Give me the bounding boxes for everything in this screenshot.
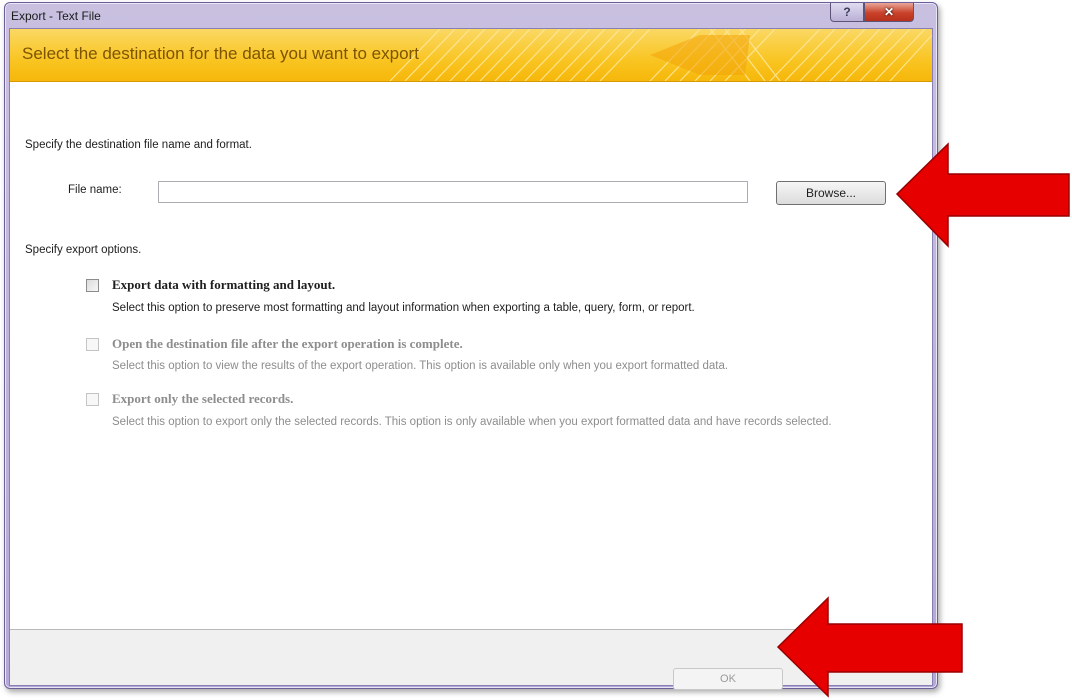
ok-button-label: OK [720,673,736,685]
close-button[interactable]: ✕ [864,3,914,22]
red-arrow-icon [776,596,963,698]
red-arrow-icon [895,142,1070,248]
open-destination-file-checkbox[interactable] [86,338,99,351]
title-bar: Export - Text File ? ✕ [5,3,937,29]
export-selected-records-description: Select this option to export only the se… [112,416,832,428]
open-destination-file-description: Select this option to view the results o… [112,360,729,372]
help-icon: ? [843,5,851,19]
destination-heading: Specify the destination file name and fo… [25,139,252,151]
ok-button[interactable]: OK [673,668,783,690]
open-destination-file-title: Open the destination file after the expo… [112,336,463,351]
export-selected-records-title: Export only the selected records. [112,391,294,406]
browse-button[interactable]: Browse... [776,181,886,205]
export-text-file-dialog: Export - Text File ? ✕ Select the destin… [4,2,938,690]
banner-title: Select the destination for the data you … [22,44,419,63]
window-title: Export - Text File [11,9,101,23]
export-with-formatting-description: Select this option to preserve most form… [112,302,695,314]
header-banner: Select the destination for the data you … [10,29,932,82]
file-name-input[interactable] [158,181,748,203]
close-icon: ✕ [883,5,895,19]
export-selected-records-checkbox[interactable] [86,393,99,406]
file-name-label: File name: [68,184,122,196]
export-options-heading: Specify export options. [25,244,142,256]
export-with-formatting-checkbox[interactable] [86,279,99,292]
dialog-client-area: Select the destination for the data you … [9,28,933,690]
help-button[interactable]: ? [830,3,864,22]
export-with-formatting-title: Export data with formatting and layout. [112,277,336,292]
browse-button-label: Browse... [805,186,856,200]
